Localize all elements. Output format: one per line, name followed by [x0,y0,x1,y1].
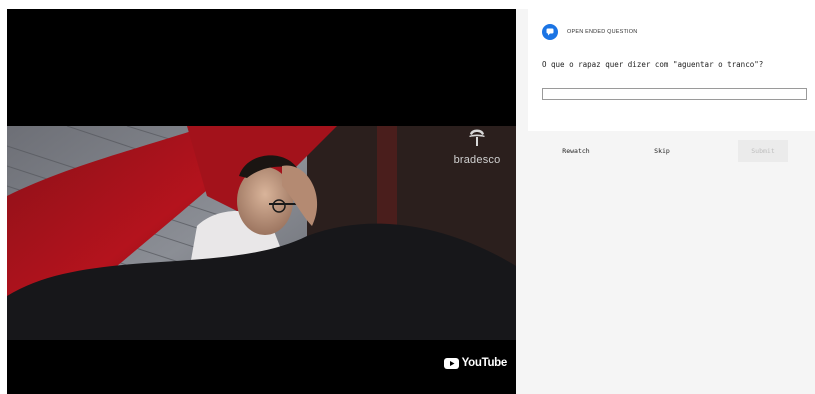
video-frame[interactable] [7,126,516,340]
chat-bubble-icon [542,24,558,40]
bradesco-logo: bradesco [447,125,507,167]
youtube-badge[interactable]: YouTube [443,357,508,369]
brand-text: bradesco [453,154,501,166]
question-panel: OPEN ENDED QUESTION O que o rapaz quer d… [516,9,815,394]
youtube-label: YouTube [461,357,508,369]
youtube-play-icon [443,357,459,369]
video-player[interactable]: bradesco YouTube [7,9,516,394]
skip-button[interactable]: Skip [644,140,680,162]
question-type-label: OPEN ENDED QUESTION [567,29,638,35]
answer-input[interactable] [542,88,807,100]
app-root: bradesco YouTube OPEN ENDED QUESTION O q [0,0,815,394]
question-text: O que o rapaz quer dizer com "aguentar o… [542,60,764,69]
question-card: OPEN ENDED QUESTION O que o rapaz quer d… [528,9,815,131]
question-header: OPEN ENDED QUESTION [542,24,637,40]
submit-button[interactable]: Submit [738,140,788,162]
bradesco-tree-icon [469,129,485,146]
action-bar: Rewatch Skip Submit [516,140,815,162]
rewatch-button[interactable]: Rewatch [554,140,598,162]
video-scene [7,126,516,340]
